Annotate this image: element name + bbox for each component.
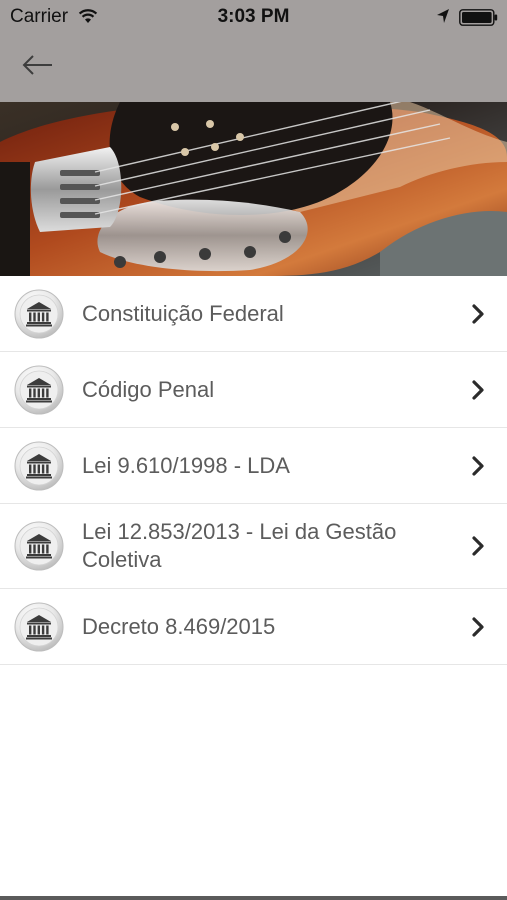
list-item-decreto-8469[interactable]: Decreto 8.469/2015 (0, 589, 507, 665)
courthouse-icon (14, 365, 64, 415)
courthouse-icon (14, 441, 64, 491)
status-bar: Carrier 3:03 PM (0, 0, 507, 34)
law-list: Constituição Federal Código Penal Lei 9.… (0, 276, 507, 665)
clock-time: 3:03 PM (217, 6, 290, 27)
list-item-codigo-penal[interactable]: Código Penal (0, 352, 507, 428)
list-item-label: Código Penal (82, 376, 215, 402)
list-item-label: Constituição Federal (82, 300, 284, 326)
navigation-bar: Carrier 3:03 PM (0, 0, 507, 102)
list-item-label: Decreto 8.469/2015 (82, 613, 276, 639)
list-item-lei-9610[interactable]: Lei 9.610/1998 - LDA (0, 428, 507, 504)
chevron-right-icon (471, 617, 485, 637)
list-item-label: Lei 9.610/1998 - LDA (82, 452, 290, 478)
chevron-right-icon (471, 304, 485, 324)
bottom-divider (0, 896, 507, 900)
courthouse-icon (14, 289, 64, 339)
battery-icon (459, 9, 498, 26)
list-item-label: Lei 12.853/2013 - Lei da Gestão Coletiva (82, 519, 397, 572)
chevron-right-icon (471, 456, 485, 476)
hero-image (0, 102, 507, 276)
bass-guitar-photo (0, 102, 507, 276)
back-button[interactable] (18, 48, 58, 82)
courthouse-icon (14, 521, 64, 571)
courthouse-icon (14, 602, 64, 652)
left-arrow-icon (22, 55, 52, 75)
list-item-lei-12853[interactable]: Lei 12.853/2013 - Lei da Gestão Coletiva (0, 504, 507, 589)
chevron-right-icon (471, 380, 485, 400)
list-item-constituicao-federal[interactable]: Constituição Federal (0, 276, 507, 352)
chevron-right-icon (471, 536, 485, 556)
location-arrow-icon (437, 9, 449, 23)
